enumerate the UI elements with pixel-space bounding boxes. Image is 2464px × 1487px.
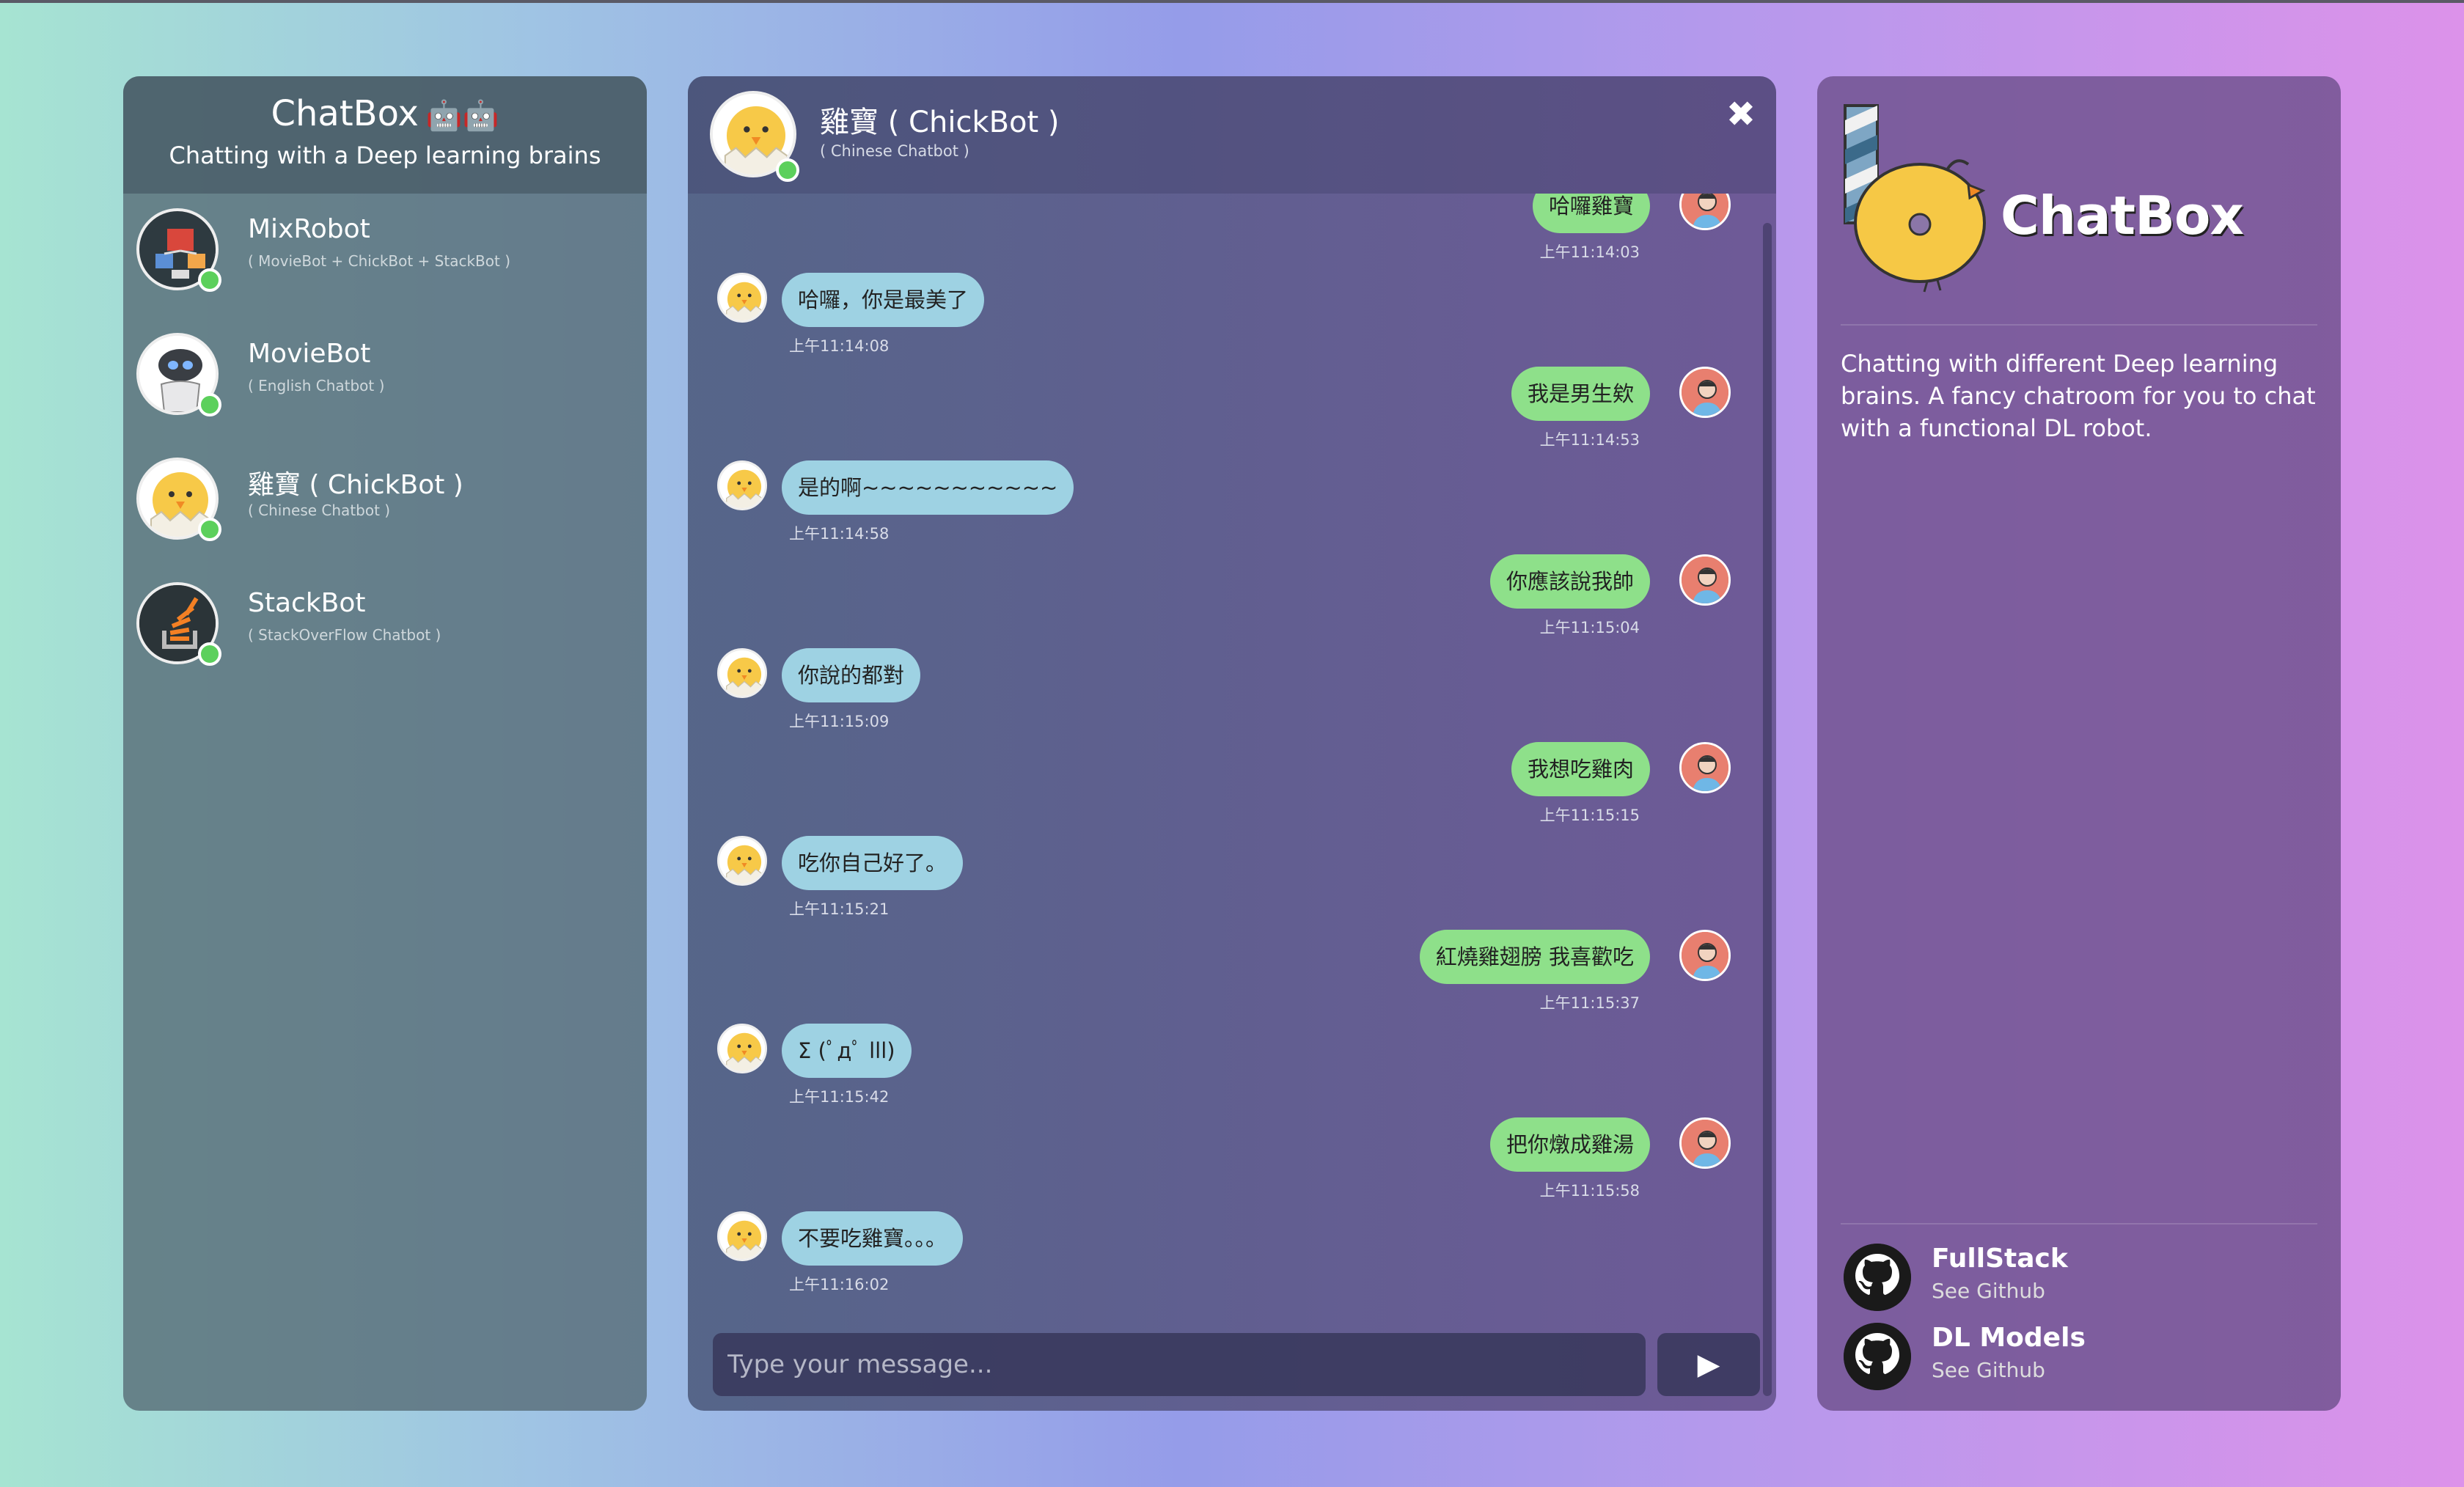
message-list: 哈囉雞寶 上午11:14:03 哈囉，你是最美了 上午11:14:08 我是男生欸 上午1… [688, 194, 1761, 1403]
link-title: FullStack [1932, 1244, 2068, 1274]
dl-models-github-link[interactable]: DL Models See Github [1844, 1323, 2313, 1396]
contact-desc: ( MovieBot + ChickBot + StackBot ) [248, 252, 510, 270]
close-icon[interactable]: ✖ [1723, 97, 1759, 132]
app-title: ChatBox 🤖🤖 [271, 93, 499, 134]
divider [1841, 1223, 2317, 1225]
online-status-dot [198, 268, 221, 292]
message-bubble: 哈囉，你是最美了 [782, 273, 985, 327]
contact-name: 雞寶 ( ChickBot ) [248, 470, 463, 500]
contact-desc: ( Chinese Chatbot ) [248, 502, 391, 519]
bot-avatar [717, 460, 767, 510]
contact-chickbot[interactable]: 雞寶 ( ChickBot ) ( Chinese Chatbot ) [136, 450, 635, 560]
window-top-edge [0, 0, 2464, 3]
online-status-dot [198, 518, 221, 541]
fullstack-github-link[interactable]: FullStack See Github [1844, 1244, 2313, 1317]
message-bubble: 不要吃雞寶。。。 [782, 1211, 964, 1266]
contact-mixrobot[interactable]: MixRobot ( MovieBot + ChickBot + StackBo… [136, 201, 635, 311]
github-icon [1844, 1323, 1911, 1390]
user-message: 哈囉雞寶上午11:14:03 [688, 194, 1761, 267]
message-bubble: 把你燉成雞湯 [1489, 1117, 1650, 1172]
contacts-panel: ChatBox 🤖🤖 Chatting with a Deep learning … [123, 76, 647, 1411]
contact-desc: ( StackOverFlow Chatbot ) [248, 626, 441, 644]
user-message: 紅燒雞翅膀 我喜歡吃上午11:15:37 [688, 930, 1761, 1018]
message-bubble: 哈囉雞寶 [1532, 194, 1650, 233]
message-timestamp: 上午11:15:15 [1539, 807, 1640, 824]
message-timestamp: 上午11:15:42 [789, 1088, 890, 1106]
chat-partner-desc: ( Chinese Chatbot ) [820, 142, 969, 160]
brand-name: ChatBox [2001, 185, 2244, 246]
contact-stackbot[interactable]: StackBot ( StackOverFlow Chatbot ) [136, 575, 635, 685]
message-timestamp: 上午11:16:02 [789, 1276, 890, 1293]
link-subtitle: See Github [1932, 1279, 2045, 1303]
online-status-dot [198, 393, 221, 416]
bot-message: 你說的都對上午11:15:09 [688, 648, 1761, 736]
message-input[interactable] [713, 1333, 1646, 1396]
bot-message: 是的啊~~~~~~~~~~~ 上午11:14:58 [688, 460, 1761, 548]
contacts-header: ChatBox 🤖🤖 Chatting with a Deep learning … [123, 76, 647, 194]
user-avatar [1679, 930, 1731, 981]
message-timestamp: 上午11:15:04 [1539, 619, 1640, 636]
message-timestamp: 上午11:14:03 [1539, 243, 1640, 261]
message-bubble: 你應該說我帥 [1489, 554, 1650, 609]
app-subtitle: Chatting with a Deep learning brains [169, 142, 601, 169]
message-bubble: 你說的都對 [782, 648, 921, 702]
user-avatar [1679, 194, 1731, 230]
online-status-dot [776, 158, 799, 182]
online-status-dot [198, 642, 221, 666]
message-bubble: 我是男生欸 [1511, 367, 1650, 421]
bot-avatar [717, 273, 767, 323]
user-message: 我是男生欸上午11:14:53 [688, 367, 1761, 455]
send-button[interactable]: ▶ [1657, 1333, 1760, 1396]
contact-name: MixRobot [248, 214, 370, 244]
bot-message: 哈囉，你是最美了上午11:14:08 [688, 273, 1761, 361]
message-timestamp: 上午11:15:37 [1539, 994, 1640, 1012]
message-bubble: 我想吃雞肉 [1511, 742, 1650, 796]
link-title: DL Models [1932, 1323, 2086, 1353]
github-icon [1844, 1244, 1911, 1311]
bot-avatar [717, 836, 767, 886]
chat-partner-name: 雞寶 ( ChickBot ) [820, 106, 1060, 139]
user-message: 把你燉成雞湯上午11:15:58 [688, 1117, 1761, 1205]
message-timestamp: 上午11:15:09 [789, 713, 890, 730]
contact-name: MovieBot [248, 339, 371, 369]
user-avatar [1679, 367, 1731, 418]
bot-message: 不要吃雞寶。。。上午11:16:02 [688, 1211, 1761, 1299]
message-timestamp: 上午11:15:21 [789, 900, 890, 918]
contact-desc: ( English Chatbot ) [248, 377, 385, 394]
divider [1841, 324, 2317, 326]
bot-message: Σ (ﾟдﾟ lll) 上午11:15:42 [688, 1024, 1761, 1112]
message-bubble: Σ (ﾟдﾟ lll) [782, 1024, 912, 1078]
chick-logo-icon [1844, 104, 1986, 293]
about-text: Chatting with different Deep learning br… [1841, 350, 2316, 442]
robot-emoji-icons: 🤖🤖 [425, 99, 499, 133]
chat-panel: 雞寶 ( ChickBot ) ( Chinese Chatbot ) ✖ 哈囉… [688, 76, 1776, 1411]
user-avatar [1679, 554, 1731, 606]
info-panel: ChatBox Chatting with different Deep lea… [1817, 76, 2341, 1411]
bot-avatar [717, 648, 767, 698]
message-bubble: 紅燒雞翅膀 我喜歡吃 [1419, 930, 1650, 984]
contact-moviebot[interactable]: MovieBot ( English Chatbot ) [136, 326, 635, 436]
contact-name: StackBot [248, 588, 366, 618]
message-bubble: 是的啊~~~~~~~~~~~ [782, 460, 1074, 515]
message-timestamp: 上午11:14:08 [789, 337, 890, 355]
message-scrollbar[interactable] [1763, 223, 1772, 1396]
user-avatar [1679, 742, 1731, 793]
bot-avatar [717, 1211, 767, 1261]
user-avatar [1679, 1117, 1731, 1169]
message-timestamp: 上午11:15:58 [1539, 1182, 1640, 1200]
user-message: 我想吃雞肉上午11:15:15 [688, 742, 1761, 830]
user-message: 你應該說我帥上午11:15:04 [688, 554, 1761, 642]
message-timestamp: 上午11:14:58 [789, 525, 890, 543]
message-timestamp: 上午11:14:53 [1539, 431, 1640, 449]
bot-message: 吃你自己好了。上午11:15:21 [688, 836, 1761, 924]
chat-header: 雞寶 ( ChickBot ) ( Chinese Chatbot ) ✖ [688, 76, 1776, 194]
message-bubble: 吃你自己好了。 [782, 836, 964, 890]
bot-avatar [717, 1024, 767, 1073]
link-subtitle: See Github [1932, 1358, 2045, 1382]
